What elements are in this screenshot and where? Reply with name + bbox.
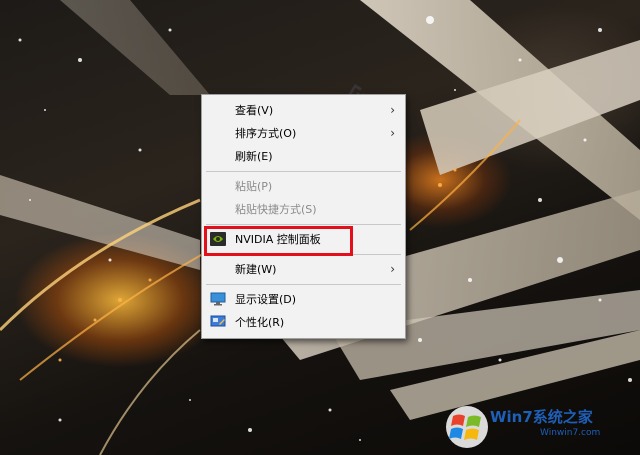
menu-item-display-settings[interactable]: 显示设置(D) bbox=[202, 288, 405, 311]
highlight-annotation-box bbox=[204, 226, 353, 256]
menu-item-paste-shortcut: 粘贴快捷方式(S) bbox=[202, 198, 405, 221]
logo-url: Winwin7.com bbox=[540, 428, 601, 438]
logo-text: Win7系统之家 bbox=[490, 408, 593, 426]
menu-item-label: 刷新(E) bbox=[235, 150, 273, 163]
menu-separator bbox=[206, 284, 401, 285]
desktop-context-menu: 查看(V) › 排序方式(O) › 刷新(E) 粘贴(P) 粘贴快捷方式(S) … bbox=[201, 94, 406, 339]
submenu-arrow-icon: › bbox=[390, 262, 395, 276]
menu-item-label: 粘贴快捷方式(S) bbox=[235, 203, 317, 216]
menu-item-paste: 粘贴(P) bbox=[202, 175, 405, 198]
menu-item-personalize[interactable]: 个性化(R) bbox=[202, 311, 405, 334]
desktop-wallpaper[interactable]: www.之家 查看(V) › 排序方式(O) › 刷新(E) 粘贴(P) 粘贴快… bbox=[0, 0, 640, 455]
menu-item-refresh[interactable]: 刷新(E) bbox=[202, 145, 405, 168]
menu-item-label: 个性化(R) bbox=[235, 316, 285, 329]
menu-item-label: 新建(W) bbox=[235, 263, 277, 276]
submenu-arrow-icon: › bbox=[390, 103, 395, 117]
menu-item-view[interactable]: 查看(V) › bbox=[202, 99, 405, 122]
personalize-icon bbox=[210, 315, 226, 327]
windows-logo-icon bbox=[446, 406, 488, 448]
submenu-arrow-icon: › bbox=[390, 126, 395, 140]
menu-item-sort-by[interactable]: 排序方式(O) › bbox=[202, 122, 405, 145]
menu-item-label: 粘贴(P) bbox=[235, 180, 273, 193]
menu-item-label: 排序方式(O) bbox=[235, 127, 297, 140]
menu-separator bbox=[206, 171, 401, 172]
display-settings-icon bbox=[210, 292, 226, 306]
menu-item-label: 显示设置(D) bbox=[235, 293, 297, 306]
menu-item-new[interactable]: 新建(W) › bbox=[202, 258, 405, 281]
menu-item-label: 查看(V) bbox=[235, 104, 274, 117]
site-logo: Win7系统之家 Winwin7.com bbox=[440, 400, 640, 455]
menu-separator bbox=[206, 224, 401, 225]
